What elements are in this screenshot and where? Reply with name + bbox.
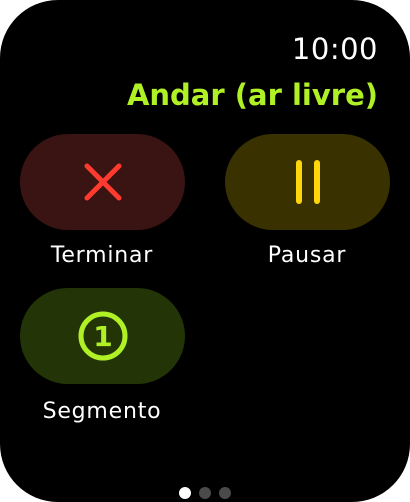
segment-one-icon: 1 <box>78 311 127 361</box>
x-mark-icon <box>84 163 121 201</box>
pause-label: Pausar <box>267 243 347 268</box>
segment-label: Segmento <box>42 399 162 424</box>
page-indicator[interactable] <box>0 487 410 499</box>
page-dot-3[interactable] <box>219 487 231 499</box>
segment-button[interactable]: 1 <box>20 288 185 384</box>
workout-title: Andar (ar livre) <box>126 78 378 112</box>
end-label: Terminar <box>50 243 154 268</box>
page-dot-2[interactable] <box>199 487 211 499</box>
status-time: 10:00 <box>291 32 378 66</box>
segment-number: 1 <box>93 320 112 353</box>
page-dot-1[interactable] <box>179 487 191 499</box>
pause-button[interactable] <box>225 134 390 230</box>
watch-screen: 10:00 Andar (ar livre) Terminar Pausar 1… <box>0 0 410 502</box>
end-button[interactable] <box>20 134 185 230</box>
pause-icon <box>295 160 320 204</box>
